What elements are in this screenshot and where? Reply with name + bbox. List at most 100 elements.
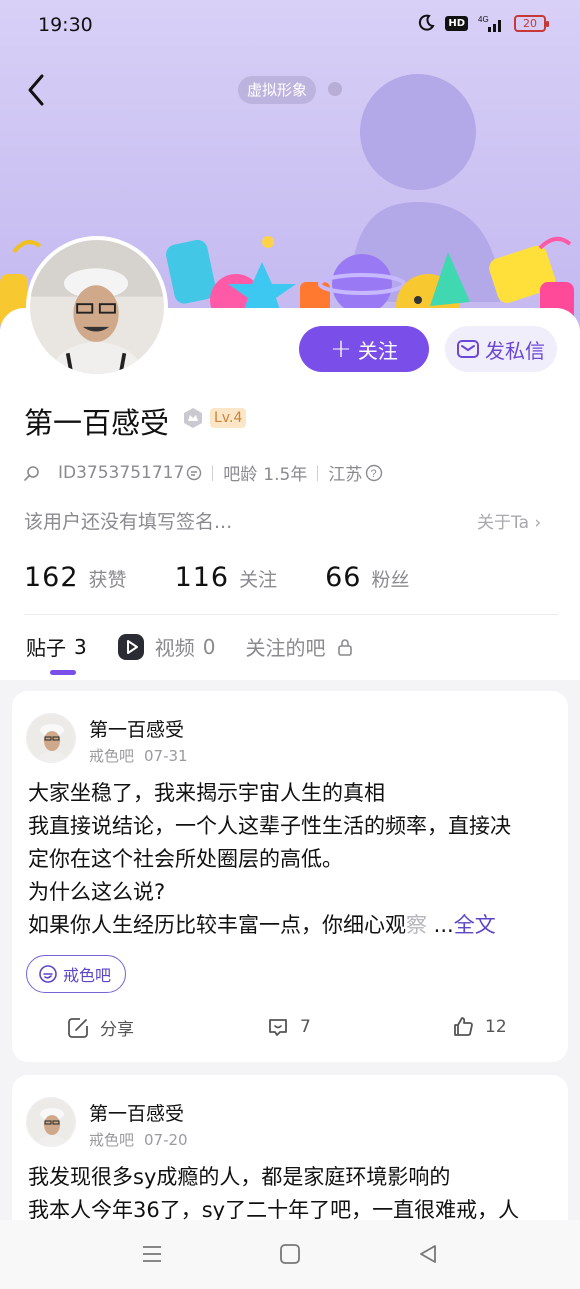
hd-icon: HD (445, 15, 468, 31)
post-card[interactable]: 第一百感受 戒色吧 07-31 大家坐稳了，我来揭示宇宙人生的真相 我直接说结论，… (12, 691, 568, 1062)
bio-text: 该用户还没有填写签名... (24, 511, 233, 533)
post-line: 大家坐稳了，我来揭示宇宙人生的真相 (28, 781, 385, 805)
divider (212, 464, 214, 481)
share-icon (68, 1017, 88, 1038)
chevron-right-icon: › (534, 513, 542, 533)
follow-label: 关注 (357, 338, 398, 363)
forum-tag[interactable]: 戒色吧 (26, 955, 127, 993)
crown-icon (184, 408, 202, 428)
about-link[interactable]: 关于Ta › (477, 508, 541, 533)
help-icon[interactable]: ? (365, 464, 383, 482)
post-author[interactable]: 第一百感受 (89, 1099, 184, 1126)
comment-button[interactable]: 7 (266, 1015, 311, 1039)
tab-label: 视频 (154, 636, 195, 660)
following-count[interactable]: 116 (175, 562, 230, 593)
about-label: 关于Ta (477, 513, 529, 533)
profile-tabs: 贴子 3 视频 0 关注的吧 (26, 632, 383, 661)
copy-icon[interactable] (186, 465, 202, 481)
post-line: 如果你人生经历比较丰富一点，你细心观察 ...全文 (28, 909, 556, 942)
post-date: 07-20 (144, 1131, 188, 1149)
svg-text:4G: 4G (478, 15, 489, 24)
post-body[interactable]: 大家坐稳了，我来揭示宇宙人生的真相 我直接说结论，一个人这辈子性生活的频率，直接… (28, 777, 556, 942)
avatar-photo (30, 240, 164, 374)
status-time: 19:30 (38, 14, 93, 36)
virtual-dot (328, 82, 342, 96)
back-triangle-icon[interactable] (416, 1242, 440, 1266)
divider (24, 614, 558, 615)
tab-followed-forums[interactable]: 关注的吧 (245, 632, 353, 661)
tab-active-indicator (50, 670, 76, 675)
comment-count: 7 (300, 1017, 311, 1037)
post-avatar[interactable] (26, 713, 76, 763)
likes-label: 获赞 (88, 569, 127, 591)
following-label: 关注 (239, 569, 278, 591)
system-nav-bar (0, 1220, 580, 1289)
follow-button[interactable]: + 关注 (299, 326, 429, 372)
post-forum[interactable]: 戒色吧 (89, 747, 134, 765)
avatar-photo (27, 714, 75, 762)
post-meta: 戒色吧 07-20 (89, 1129, 188, 1150)
tab-label: 关注的吧 (245, 636, 326, 660)
like-count: 12 (485, 1017, 507, 1037)
post-line: 我发现很多sy成瘾的人，都是家庭环境影响的 (28, 1165, 451, 1189)
forum-tag-label: 戒色吧 (63, 966, 112, 985)
mail-icon (457, 340, 479, 358)
tab-posts[interactable]: 贴子 3 (26, 632, 87, 661)
thumbs-up-icon (454, 1017, 473, 1036)
id-label: ID (58, 462, 77, 483)
likes-count[interactable]: 162 (24, 562, 79, 593)
followers-count[interactable]: 66 (325, 562, 361, 593)
profile-avatar[interactable] (26, 236, 168, 378)
post-avatar[interactable] (26, 1097, 76, 1147)
comment-icon (269, 1019, 287, 1036)
profile-meta: ID 3753751717 吧龄 1.5年 江苏 ? (24, 460, 383, 485)
fulltext-link[interactable]: 全文 (454, 913, 496, 937)
share-label: 分享 (100, 1020, 134, 1040)
tab-count: 0 (202, 634, 216, 659)
post-date: 07-31 (144, 747, 188, 765)
message-label: 发私信 (485, 338, 545, 363)
location: 江苏 (328, 465, 363, 485)
share-button[interactable]: 分享 (66, 1015, 134, 1040)
search-icon[interactable] (24, 465, 40, 481)
level-badge: Lv.4 (210, 408, 247, 428)
virtual-avatar-label[interactable]: 虚拟形象 (238, 76, 317, 104)
post-body[interactable]: 我发现很多sy成瘾的人，都是家庭环境影响的 我本人今年36了，sy了二十年了吧，… (28, 1161, 556, 1227)
like-button[interactable]: 12 (451, 1015, 507, 1039)
status-icons: HD 4G 20 (417, 14, 549, 32)
tab-videos[interactable]: 视频 0 (117, 632, 216, 661)
video-icon (117, 633, 144, 660)
avatar-photo (27, 1098, 75, 1146)
post-forum[interactable]: 戒色吧 (89, 1131, 134, 1149)
post-line-fade: 察 (406, 913, 427, 937)
menu-icon[interactable] (140, 1242, 164, 1266)
message-button[interactable]: 发私信 (445, 326, 557, 372)
signal-icon: 4G (478, 15, 501, 32)
forum-icon (39, 965, 57, 983)
lock-icon (338, 638, 353, 656)
divider (317, 464, 319, 481)
age-label: 吧龄 (223, 465, 258, 485)
ellipsis: ... (427, 913, 454, 937)
status-bar: 19:30 HD 4G 20 (0, 0, 580, 50)
post-card[interactable]: 第一百感受 戒色吧 07-20 我发现很多sy成瘾的人，都是家庭环境影响的 我本人… (12, 1075, 568, 1235)
plus-icon: + (330, 334, 352, 364)
post-line: 定你在这个社会所处圈层的高低。 (28, 847, 343, 871)
home-square-icon[interactable] (278, 1242, 302, 1266)
moon-icon (419, 14, 435, 31)
battery-icon: 20 (514, 14, 549, 32)
post-line: 我直接说结论，一个人这辈子性生活的频率，直接决 (28, 814, 511, 838)
followers-label: 粉丝 (371, 569, 410, 591)
post-line-text: 如果你人生经历比较丰富一点，你细心观 (28, 913, 406, 937)
username: 第一百感受 (24, 406, 170, 440)
tab-label: 贴子 (26, 636, 66, 660)
post-author[interactable]: 第一百感受 (89, 715, 184, 742)
post-meta: 戒色吧 07-31 (89, 745, 188, 766)
stats-row: 162 获赞 116 关注 66 粉丝 (24, 562, 458, 593)
post-actions: 分享 7 12 (12, 1009, 568, 1045)
post-line: 为什么这么说? (28, 880, 166, 904)
age-value: 1.5年 (263, 465, 308, 485)
back-chevron-icon[interactable] (22, 70, 56, 110)
tab-count: 3 (74, 634, 87, 659)
svg-text:?: ? (371, 468, 377, 480)
